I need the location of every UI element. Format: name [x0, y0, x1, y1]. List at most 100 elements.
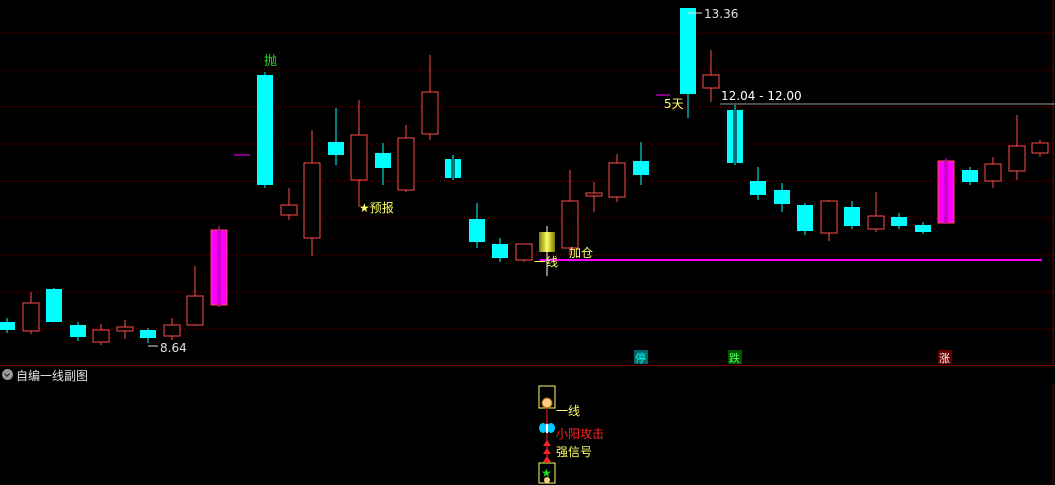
candle[interactable] — [702, 50, 720, 102]
candle-stripe — [944, 161, 948, 223]
candle[interactable] — [492, 238, 508, 262]
candle-body — [350, 134, 368, 181]
low-price-label: 8.64 — [160, 341, 187, 355]
candle[interactable] — [633, 142, 649, 185]
candle-body — [163, 324, 181, 337]
candle[interactable] — [421, 55, 439, 140]
candle[interactable] — [303, 130, 321, 256]
candle-body — [1031, 142, 1049, 154]
candle-body — [397, 137, 415, 191]
candle[interactable] — [280, 188, 298, 220]
candle-body — [585, 192, 603, 197]
candle-stripe — [451, 159, 455, 178]
candle-body — [492, 244, 508, 258]
candle[interactable] — [962, 167, 978, 185]
candle-body — [328, 142, 344, 155]
candle-body — [257, 75, 273, 185]
jiacang-label: 加仓 — [569, 246, 593, 260]
candle[interactable] — [797, 203, 813, 235]
candle-body — [774, 190, 790, 204]
candle-body — [984, 163, 1002, 182]
candle-body — [962, 170, 978, 182]
zhang-badge: 涨 — [939, 352, 950, 365]
candle-body — [750, 181, 766, 195]
candle[interactable] — [608, 154, 626, 202]
yubao-label: ★预报 — [359, 200, 394, 215]
candle[interactable] — [375, 143, 391, 185]
candle-stripe — [733, 110, 737, 163]
candle[interactable] — [328, 108, 344, 165]
face-icon-bottom — [544, 477, 550, 483]
candle-body — [421, 91, 439, 135]
candle[interactable] — [915, 222, 931, 234]
candle-body — [186, 295, 204, 326]
collapse-icon[interactable] — [2, 369, 13, 380]
candle[interactable] — [561, 170, 579, 255]
five-days-label: 5天 — [664, 97, 684, 111]
candle-body — [116, 326, 134, 332]
sub-yixian-label: 一线 — [556, 404, 580, 418]
high-price-label: 13.36 — [704, 7, 738, 21]
candle[interactable] — [0, 318, 15, 333]
candle[interactable] — [984, 157, 1002, 188]
candle[interactable] — [750, 167, 766, 200]
butterfly-icon — [539, 423, 555, 433]
candle[interactable] — [46, 288, 62, 322]
candle[interactable] — [469, 203, 485, 248]
sub-chart-header: 自编一线副图 — [0, 366, 300, 384]
candle-body — [797, 205, 813, 231]
candle[interactable] — [867, 192, 885, 232]
candle[interactable] — [445, 155, 461, 180]
candle[interactable] — [1031, 140, 1049, 157]
candle-body — [140, 330, 156, 338]
candle[interactable] — [820, 200, 838, 241]
candle-body — [46, 289, 62, 322]
candle-body — [303, 162, 321, 239]
candle-body — [0, 322, 15, 330]
candle[interactable] — [397, 125, 415, 192]
candle[interactable] — [186, 266, 204, 326]
candle-body — [92, 329, 110, 343]
candle[interactable] — [585, 182, 603, 212]
candle[interactable] — [210, 226, 228, 307]
pao-label: 抛 — [264, 54, 277, 69]
candle-body — [844, 207, 860, 226]
candle-body — [915, 225, 931, 232]
candle[interactable] — [70, 322, 86, 341]
candle[interactable] — [22, 292, 40, 334]
candle[interactable] — [350, 100, 368, 207]
die-badge: 跌 — [729, 351, 740, 365]
candle[interactable] — [844, 201, 860, 229]
candle-body — [1008, 145, 1026, 172]
candle[interactable] — [116, 320, 134, 339]
candle[interactable] — [774, 183, 790, 212]
candle[interactable] — [937, 158, 955, 224]
ting-badge: 停 — [635, 351, 646, 365]
qiangxinhao-label: 强信号 — [556, 445, 592, 459]
candle-body — [867, 215, 885, 230]
grid — [0, 32, 1055, 330]
candle[interactable] — [727, 105, 743, 165]
candle[interactable] — [891, 213, 907, 229]
candle-body — [515, 243, 533, 261]
candle-body — [608, 162, 626, 198]
candle[interactable] — [140, 328, 156, 343]
candle[interactable] — [257, 72, 273, 188]
xiaoyang-label: 小阳攻击 — [556, 427, 604, 441]
indicator-subchart[interactable]: ★ 一线 小阳攻击 强信号 — [0, 384, 1055, 485]
candle-stripe — [217, 230, 221, 305]
candle[interactable] — [1008, 115, 1026, 180]
candle-body — [820, 200, 838, 234]
face-icon — [541, 397, 553, 409]
sub-chart-title: 自编一线副图 — [16, 369, 89, 383]
candle-body — [561, 200, 579, 249]
candle[interactable] — [92, 324, 110, 345]
signal-candle[interactable] — [539, 232, 555, 252]
range-label: 12.04 - 12.00 — [721, 89, 802, 103]
candle[interactable] — [515, 243, 533, 262]
candle-body — [702, 74, 720, 89]
candle-body — [891, 217, 907, 226]
candlestick-chart[interactable]: 抛 13.36 5天 12.04 - 12.00 ★预报 一线 加仓 8.64 … — [0, 0, 1055, 365]
candle[interactable] — [163, 318, 181, 340]
candle-body — [22, 302, 40, 332]
